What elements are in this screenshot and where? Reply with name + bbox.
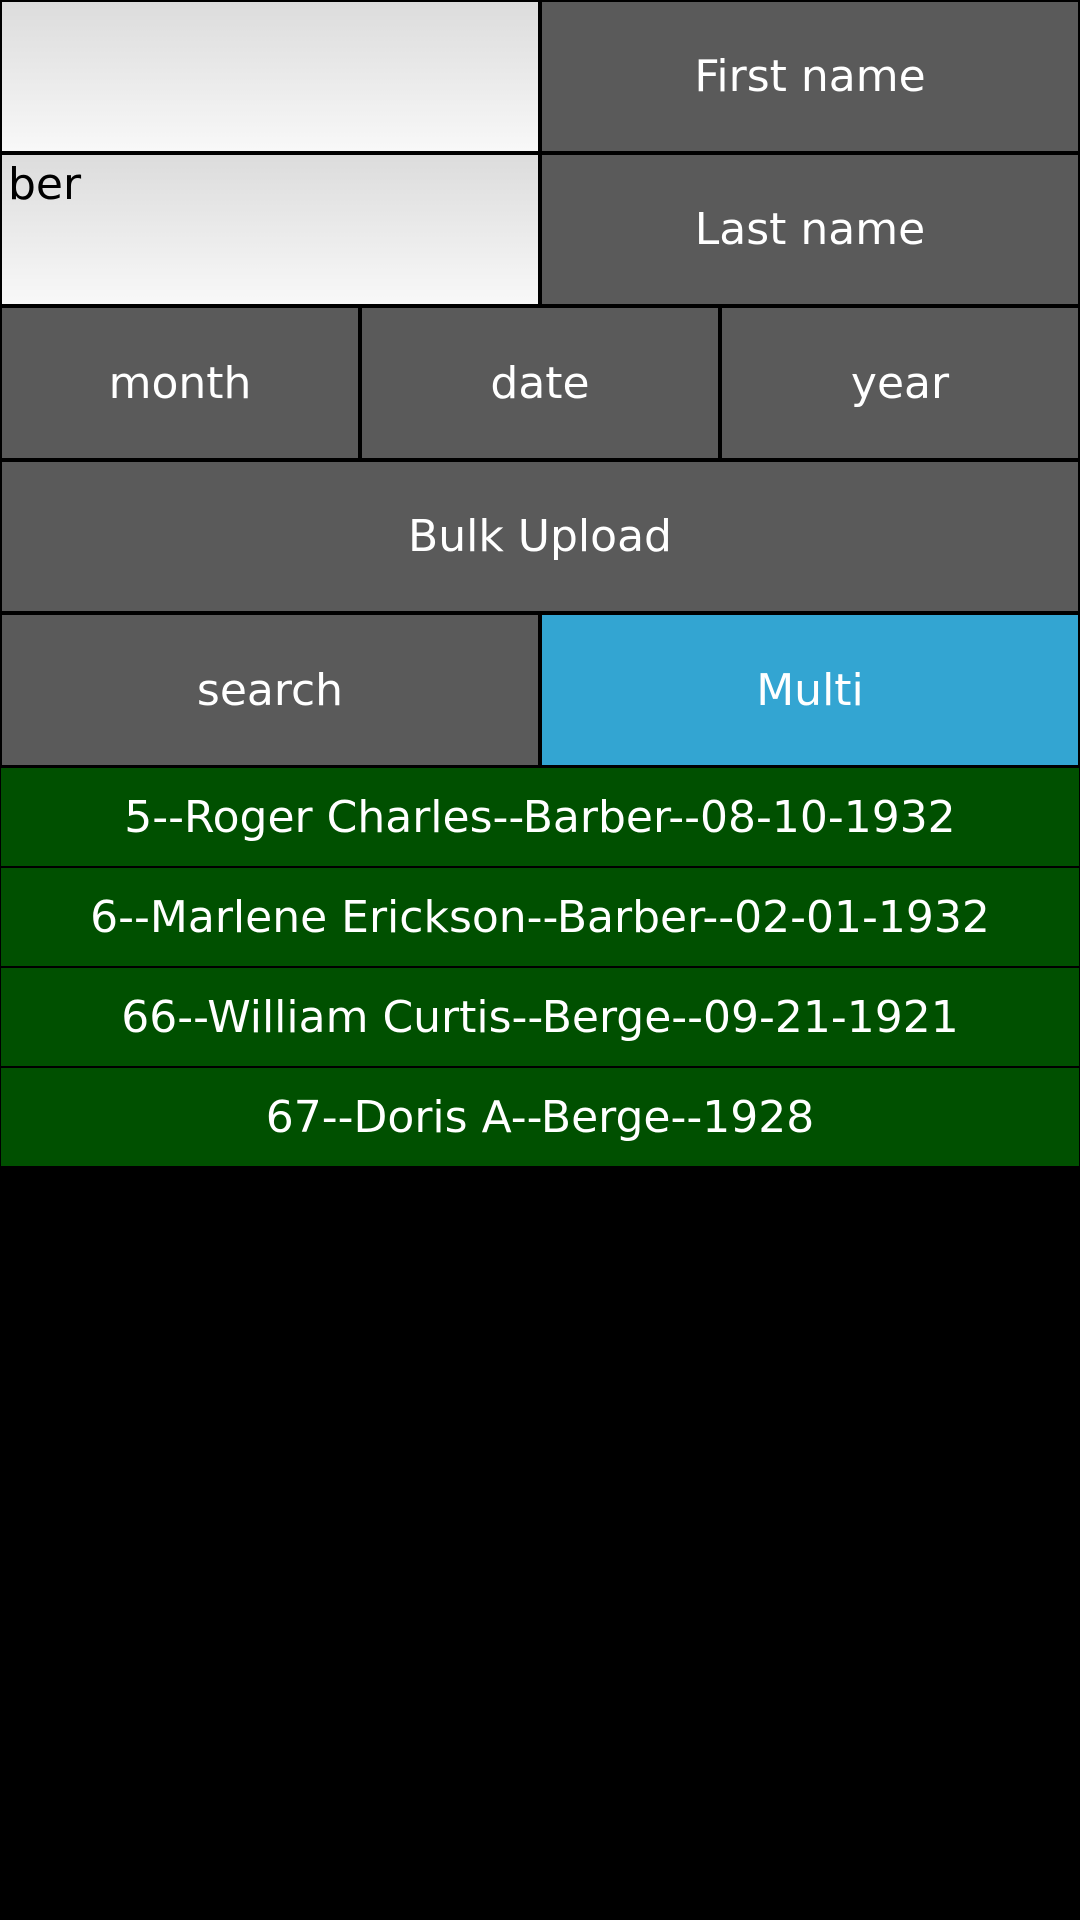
date-button[interactable]: date — [360, 306, 720, 460]
month-button[interactable]: month — [0, 306, 360, 460]
first-name-button[interactable]: First name — [540, 0, 1080, 153]
result-item[interactable]: 66--William Curtis--Berge--09-21-1921 — [0, 967, 1080, 1067]
result-item[interactable]: 67--Doris A--Berge--1928 — [0, 1067, 1080, 1167]
date-row: month date year — [0, 306, 1080, 460]
app-screen: First name ber Last name month date year… — [0, 0, 1080, 1920]
last-name-button[interactable]: Last name — [540, 153, 1080, 306]
search-button[interactable]: search — [0, 613, 540, 767]
result-item[interactable]: 6--Marlene Erickson--Barber--02-01-1932 — [0, 867, 1080, 967]
action-row: search Multi — [0, 613, 1080, 767]
year-button[interactable]: year — [720, 306, 1080, 460]
first-name-field[interactable] — [0, 0, 540, 153]
bulk-upload-button[interactable]: Bulk Upload — [0, 460, 1080, 613]
result-item[interactable]: 5--Roger Charles--Barber--08-10-1932 — [0, 767, 1080, 867]
last-name-field[interactable]: ber — [0, 153, 540, 306]
bulk-upload-row: Bulk Upload — [0, 460, 1080, 613]
multi-button[interactable]: Multi — [540, 613, 1080, 767]
results-list: 5--Roger Charles--Barber--08-10-1932 6--… — [0, 767, 1080, 1167]
first-name-row: First name — [0, 0, 1080, 153]
last-name-row: ber Last name — [0, 153, 1080, 306]
